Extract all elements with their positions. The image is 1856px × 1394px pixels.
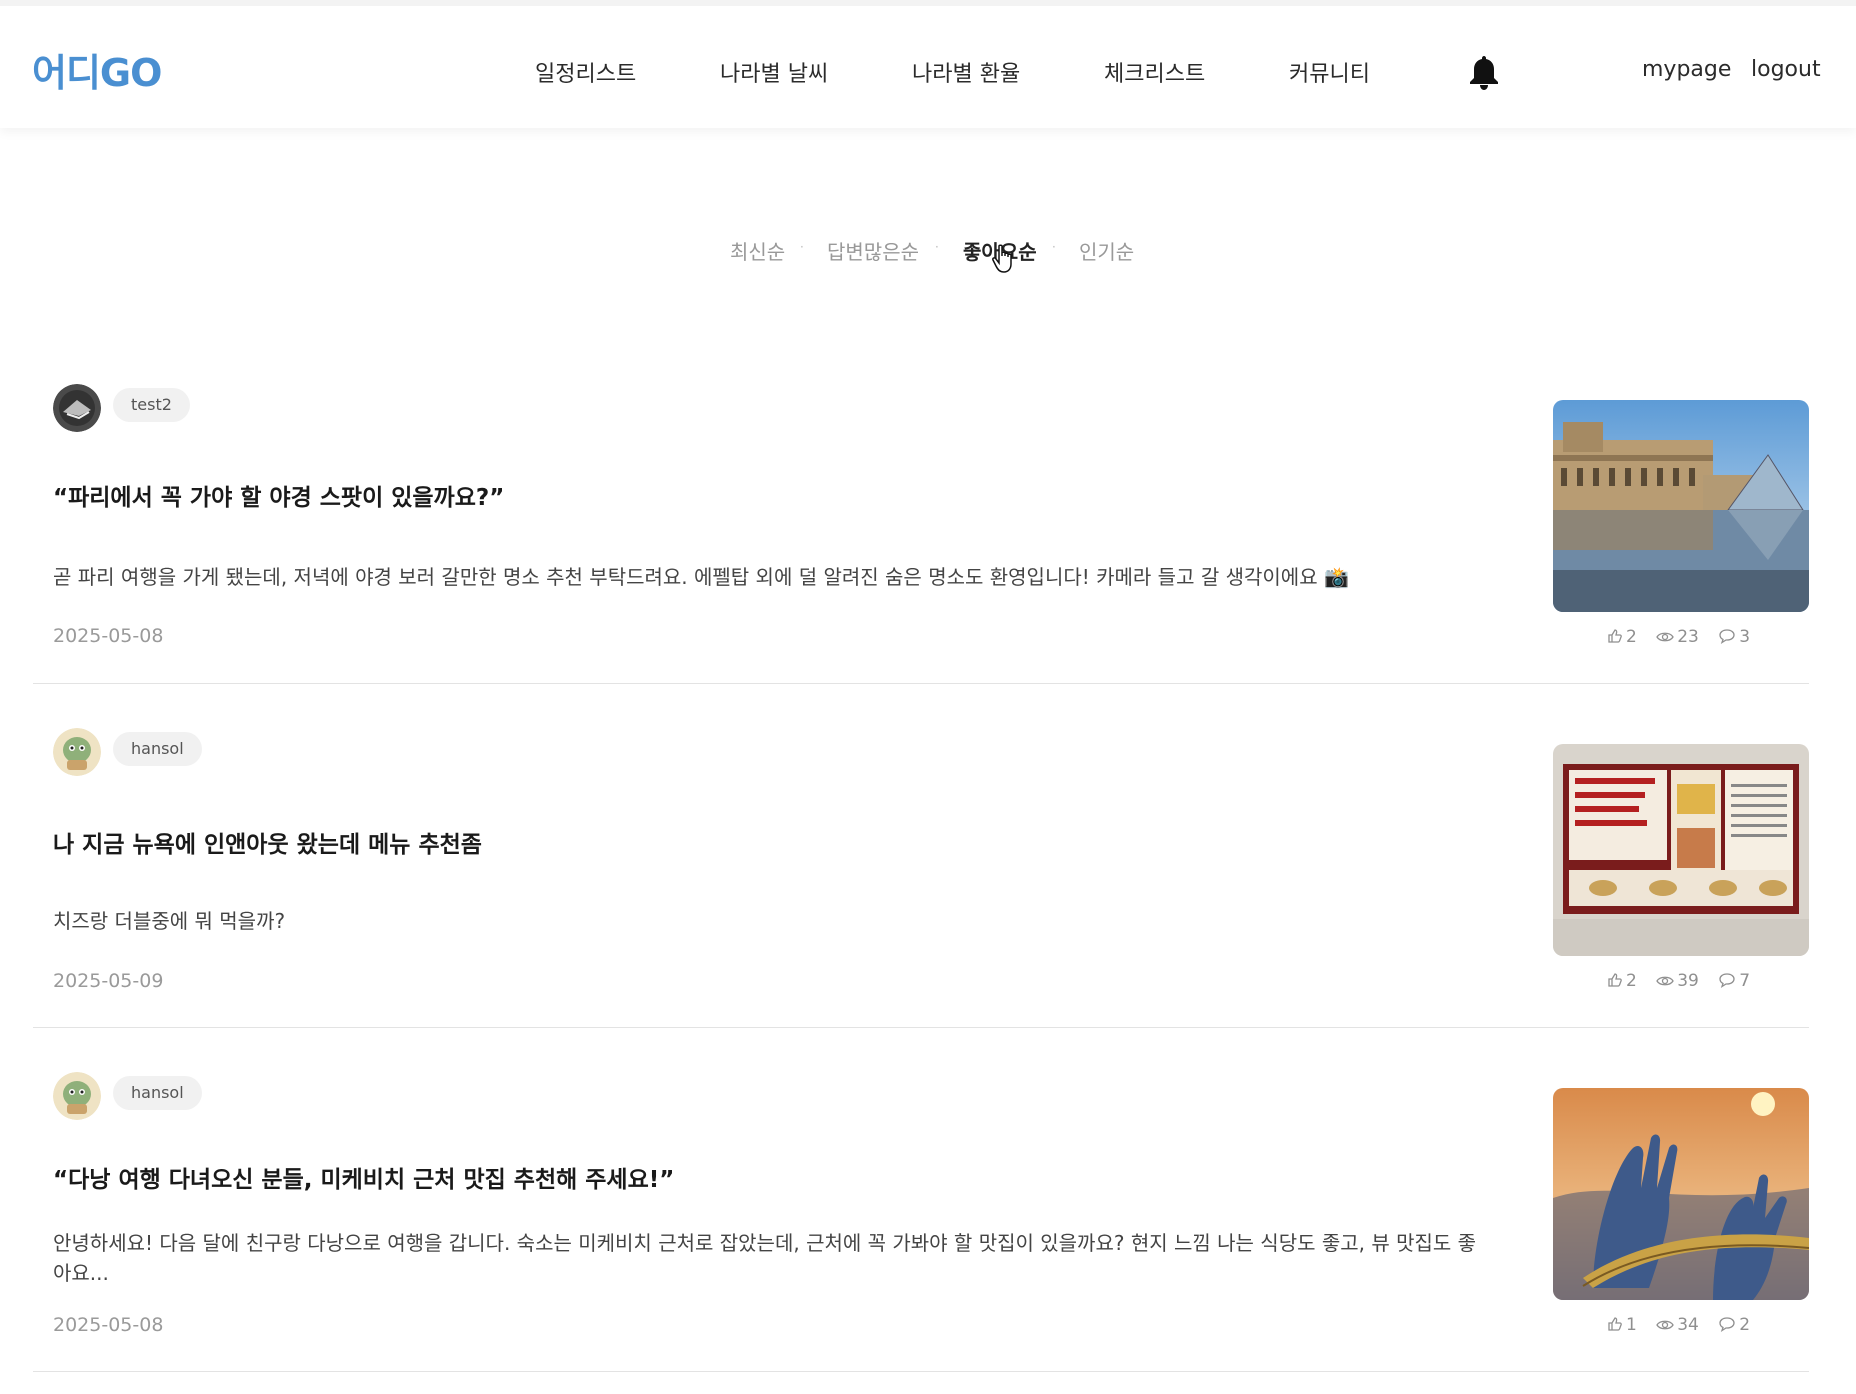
post-body: 곧 파리 여행을 가게 됐는데, 저녁에 야경 보러 갈만한 명소 추천 부탁드… <box>53 565 1349 589</box>
thumbs-up-icon <box>1608 629 1622 643</box>
post-item[interactable]: test2 “파리에서 꼭 가야 할 야경 스팟이 있을까요?” 곧 파리 여행… <box>33 340 1809 684</box>
post-thumbnail[interactable] <box>1553 400 1809 612</box>
post-thumbnail[interactable] <box>1553 744 1809 956</box>
comment-icon <box>1719 1317 1735 1333</box>
nav-weather-by-country[interactable]: 나라별 날씨 <box>720 56 828 88</box>
avatar <box>53 384 101 432</box>
author-name: hansol <box>113 1076 202 1110</box>
comment-icon <box>1719 973 1735 989</box>
avatar <box>53 728 101 776</box>
comments-count: 2 <box>1739 1315 1751 1335</box>
views-count: 23 <box>1677 627 1699 647</box>
comments-stat: 3 <box>1718 627 1750 647</box>
eye-icon <box>1656 632 1674 642</box>
post-body: 안녕하세요! 다음 달에 친구랑 다낭으로 여행을 갑니다. 숙소는 미케비치 … <box>53 1231 1477 1285</box>
post-stats: 2 39 7 <box>1607 971 1764 991</box>
post-date: 2025-05-08 <box>53 625 164 647</box>
top-navbar: 어디GO 일정리스트 나라별 날씨 나라별 환율 체크리스트 커뮤니티 mypa… <box>0 0 1856 128</box>
thumbs-up-icon <box>1608 1317 1622 1331</box>
nav-checklist[interactable]: 체크리스트 <box>1104 56 1205 88</box>
author-name: hansol <box>113 732 202 766</box>
nav-exchange-rate[interactable]: 나라별 환율 <box>912 56 1020 88</box>
post-item[interactable]: hansol 나 지금 뉴욕에 인앤아웃 왔는데 메뉴 추천좀 치즈랑 더블중에… <box>33 684 1809 1028</box>
comments-stat: 7 <box>1718 971 1750 991</box>
nav-schedule-list[interactable]: 일정리스트 <box>535 56 636 88</box>
post-item[interactable]: hansol “다낭 여행 다녀오신 분들, 미케비치 근처 맛집 추천해 주세… <box>33 1028 1809 1372</box>
likes-stat: 2 <box>1607 971 1637 991</box>
post-body: 치즈랑 더블중에 뭐 먹을까? <box>53 909 286 933</box>
views-stat: 34 <box>1656 1315 1699 1335</box>
post-stats: 1 34 2 <box>1607 1315 1764 1335</box>
hand-cursor-icon <box>992 244 1012 273</box>
views-stat: 39 <box>1656 971 1699 991</box>
post-title[interactable]: “다낭 여행 다녀오신 분들, 미케비치 근처 맛집 추천해 주세요!” <box>53 1160 674 1194</box>
comments-count: 7 <box>1739 971 1751 991</box>
comment-icon <box>1719 629 1735 645</box>
bell-icon[interactable] <box>1468 54 1500 90</box>
avatar <box>53 1072 101 1120</box>
site-logo[interactable]: 어디GO <box>32 42 162 97</box>
post-date: 2025-05-09 <box>53 970 164 992</box>
views-count: 39 <box>1677 971 1699 991</box>
mypage-link[interactable]: mypage <box>1642 57 1731 82</box>
likes-count: 2 <box>1626 971 1637 991</box>
comments-count: 3 <box>1739 627 1751 647</box>
sort-latest[interactable]: 최신순 <box>730 236 785 265</box>
post-title[interactable]: “파리에서 꼭 가야 할 야경 스팟이 있을까요?” <box>53 478 504 512</box>
views-stat: 23 <box>1656 627 1699 647</box>
post-stats: 2 23 3 <box>1607 627 1764 647</box>
nav-community[interactable]: 커뮤니티 <box>1289 56 1370 88</box>
sort-separator: · <box>1052 240 1056 254</box>
post-title[interactable]: 나 지금 뉴욕에 인앤아웃 왔는데 메뉴 추천좀 <box>53 825 482 859</box>
eye-icon <box>1656 1320 1674 1330</box>
sort-popular[interactable]: 인기순 <box>1079 236 1134 265</box>
eye-icon <box>1656 976 1674 986</box>
post-date: 2025-05-08 <box>53 1314 164 1336</box>
sort-most-answers[interactable]: 답변많은순 <box>827 236 919 265</box>
likes-count: 1 <box>1626 1315 1637 1335</box>
sort-separator: · <box>935 240 939 254</box>
post-thumbnail[interactable] <box>1553 1088 1809 1300</box>
likes-count: 2 <box>1626 627 1637 647</box>
likes-stat: 1 <box>1607 1315 1637 1335</box>
author-name: test2 <box>113 388 190 422</box>
comments-stat: 2 <box>1718 1315 1750 1335</box>
thumbs-up-icon <box>1608 973 1622 987</box>
sort-options: 최신순 · 답변많은순 · 좋아요순 · 인기순 <box>0 236 1856 268</box>
likes-stat: 2 <box>1607 627 1637 647</box>
views-count: 34 <box>1677 1315 1699 1335</box>
logout-link[interactable]: logout <box>1751 57 1821 82</box>
sort-separator: · <box>800 240 804 254</box>
